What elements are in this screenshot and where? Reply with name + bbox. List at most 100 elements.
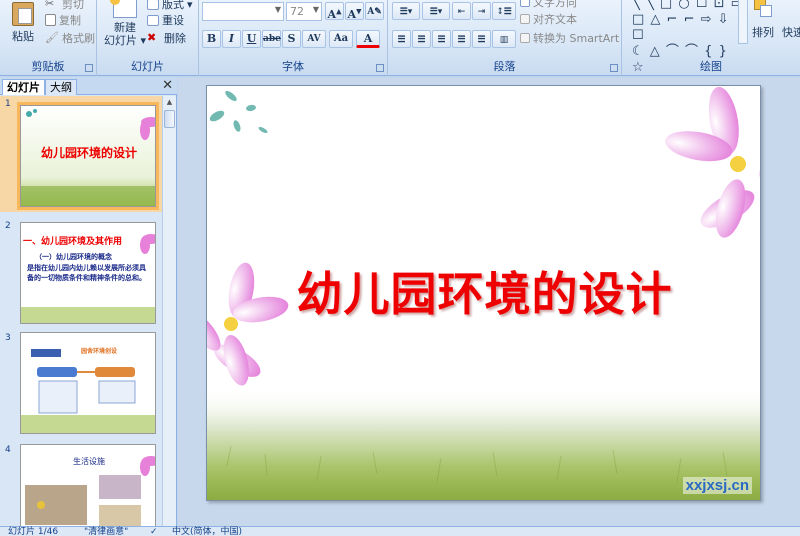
outdent-icon: ⇤ [457,7,466,17]
line-spacing-button[interactable]: ↕☰ [492,2,516,20]
tab-outline-label: 大纲 [50,81,72,94]
arrange-icon [754,0,772,18]
italic-button[interactable]: I [222,30,241,48]
shadow-label: S [287,32,296,45]
paste-button[interactable]: 粘贴 [6,2,40,44]
thumbnail-scrollbar[interactable]: ▲ [162,96,176,526]
align-right-button[interactable]: ☰ [432,30,451,48]
columns-button[interactable]: ▥ [492,30,516,48]
delete-button[interactable]: ✖ 删除 [147,30,186,46]
reset-icon [147,14,159,26]
layout-chevron-icon: ▾ [187,0,193,11]
format-painter-button[interactable]: 🖌 格式刷 [45,30,95,46]
text-direction-label: 文字方向 [533,0,577,9]
smartart-button[interactable]: 转换为 SmartArt [520,30,619,46]
arrange-button[interactable]: 排列 [750,0,776,40]
justify-button[interactable]: ☰ [452,30,471,48]
thumbnail-row-1[interactable]: 1 幼儿园环境的设计 [0,96,163,212]
font-name-combo[interactable]: ▼ [202,2,284,21]
clipboard-launcher[interactable] [85,64,93,72]
thumbnail-slide-4[interactable]: 生活设施 [20,444,156,526]
tab-outline[interactable]: 大纲 [45,79,77,95]
shrink-font-icon: A▼ [347,6,362,21]
shadow-button[interactable]: S [282,30,301,48]
font-group: ▼ 72 ▼ A▲ A▼ A✎ B I U abe S AV Aa A 字体 [199,0,388,76]
align-left-icon: ☰ [397,35,406,45]
font-size-dropdown-icon: ▼ [312,5,319,14]
tab-slides[interactable]: 幻灯片 [2,79,45,95]
theme-name[interactable]: "清律画意" [84,527,128,536]
cut-button[interactable]: ✂ 剪切 [45,0,84,12]
shrink-font-button[interactable]: A▼ [345,2,364,21]
scroll-thumb[interactable] [164,110,175,128]
new-slide-label: 新建 幻灯片 ▾ [103,21,147,47]
thumbnail-row-3[interactable]: 3 园舍环境创设 [0,330,163,446]
slide-title[interactable]: 幼儿园环境的设计 [207,258,760,324]
smartart-label: 转换为 SmartArt [533,32,620,45]
align-text-icon [520,14,530,24]
copy-button[interactable]: 复制 [45,12,81,28]
paste-label: 粘贴 [12,30,34,43]
new-slide-button[interactable]: 新建 幻灯片 ▾ [103,0,147,47]
text-direction-button[interactable]: 文字方向 [520,0,577,10]
shapes-gallery[interactable]: ╲ ╲ □ ○ ☐ ⊡ ▭ □ △ ⌐ ⌐ ⇨ ⇩ ☐ ☾ △ ⌒ ⌒ { } … [632,0,744,75]
spacing-label: AV [307,34,321,44]
font-color-button[interactable]: A [356,30,380,48]
thumbnail-3-title: 园舍环境创设 [81,348,118,355]
slide-editor: 幼儿园环境的设计 xxjxsj.cn [178,77,800,526]
underline-button[interactable]: U [242,30,261,48]
distribute-button[interactable]: ☰ [472,30,491,48]
paragraph-launcher[interactable] [610,64,618,72]
numbering-button[interactable]: ☰▾ [422,2,450,20]
arrange-label: 排列 [752,26,774,39]
bold-button[interactable]: B [202,30,221,48]
layout-icon [147,0,159,10]
thumbnail-slide-3[interactable]: 园舍环境创设 [20,332,156,434]
thumbnail-number: 1 [5,99,11,109]
font-group-label: 字体 [282,60,304,73]
reset-button[interactable]: 重设 [147,12,184,28]
drawing-group-label: 绘图 [700,60,722,73]
thumbnail-slide-1[interactable]: 幼儿园环境的设计 [17,102,159,210]
char-spacing-button[interactable]: AV [302,30,326,48]
align-center-icon: ☰ [417,35,426,45]
new-slide-icon [110,0,137,18]
current-slide[interactable]: 幼儿园环境的设计 xxjxsj.cn [206,85,761,501]
scroll-up-icon[interactable]: ▲ [163,96,176,108]
increase-indent-button[interactable]: ⇥ [472,2,491,20]
layout-button[interactable]: 版式 ▾ [147,0,193,12]
change-case-button[interactable]: Aa [329,30,353,48]
new-slide-label-line2: 幻灯片 ▾ [103,34,147,47]
panel-tabs: 幻灯片 大纲 ✕ [0,77,177,95]
align-left-button[interactable]: ☰ [392,30,411,48]
thumbnail-2-title: 一、幼儿园环境及其作用 [23,237,123,247]
tab-slides-label: 幻灯片 [7,81,40,94]
strikethrough-button[interactable]: abe [262,30,281,48]
font-launcher[interactable] [376,64,384,72]
align-center-button[interactable]: ☰ [412,30,431,48]
font-size-value: 72 [290,5,304,18]
brush-icon: 🖌 [45,31,59,44]
clipboard-group-label: 剪贴板 [31,60,65,73]
bullets-button[interactable]: ☰▾ [392,2,420,20]
distribute-icon: ☰ [477,35,486,45]
numbering-icon: ☰▾ [429,7,443,17]
clear-format-button[interactable]: A✎ [365,2,384,20]
decrease-indent-button[interactable]: ⇤ [452,2,471,20]
thumbnail-row-2[interactable]: 2 一、幼儿园环境及其作用 （一）幼儿园环境的概念 是指在幼儿园内幼儿赖以发展所… [0,218,163,334]
quick-styles-button[interactable]: 快速 [782,24,800,40]
shapes-scroll[interactable] [738,0,748,44]
panel-close-icon[interactable]: ✕ [162,78,173,93]
columns-icon: ▥ [499,35,509,45]
slide-counter: 幻灯片 1/46 [8,527,59,536]
grow-font-button[interactable]: A▲ [325,2,344,21]
thumbnail-slide-2[interactable]: 一、幼儿园环境及其作用 （一）幼儿园环境的概念 是指在幼儿园内幼儿赖以发展所必须… [20,222,156,324]
thumbnail-row-4[interactable]: 4 生活设施 [0,442,163,526]
status-bar: 幻灯片 1/46 "清律画意" ✓ 中文(简体，中国) [0,526,800,536]
font-size-combo[interactable]: 72 ▼ [286,2,322,21]
align-text-button[interactable]: 对齐文本 [520,11,577,27]
language-indicator[interactable]: 中文(简体，中国) [172,527,242,536]
grow-font-icon: A▲ [327,6,342,21]
font-color-label: A [363,32,373,45]
spellcheck-icon[interactable]: ✓ [150,527,158,536]
